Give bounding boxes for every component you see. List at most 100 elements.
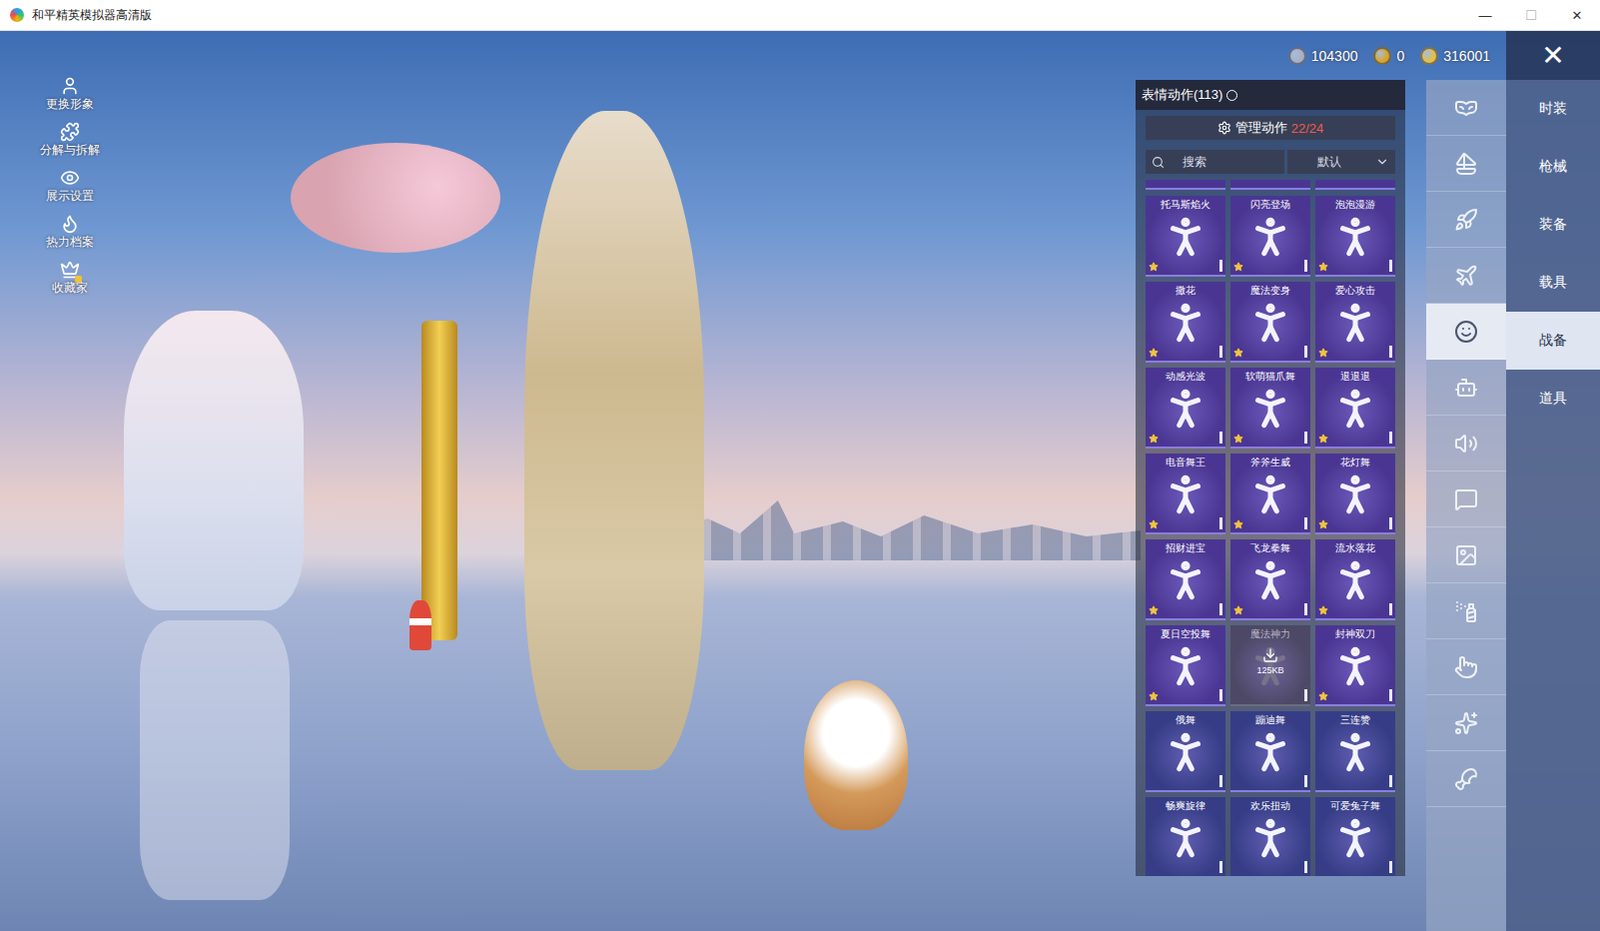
- category-button[interactable]: [1426, 695, 1507, 752]
- category-button[interactable]: [1426, 415, 1507, 472]
- dance-figure-icon: [1160, 812, 1211, 867]
- equip-mark: [1219, 431, 1223, 444]
- right-area: 1043000316001✕表情动作(113)管理动作22/24搜索默认托马斯焰…: [1135, 30, 1600, 931]
- dance-figure-icon: [1160, 469, 1211, 524]
- tab[interactable]: 载具: [1506, 253, 1600, 312]
- star-icon: [1233, 261, 1244, 272]
- emote-tile[interactable]: 招财进宝: [1145, 539, 1226, 621]
- tab[interactable]: 道具: [1506, 369, 1600, 428]
- close-button[interactable]: ✕: [1506, 30, 1600, 80]
- emote-tile[interactable]: 封神双刀: [1315, 625, 1396, 707]
- emote-tile[interactable]: 泡泡漫游: [1315, 195, 1396, 277]
- download-progress: 125KB: [1230, 647, 1311, 676]
- emote-tile[interactable]: 俄舞: [1145, 711, 1226, 793]
- category-button[interactable]: [1426, 247, 1507, 304]
- emote-list[interactable]: 托马斯焰火 闪亮登场 泡泡漫游撒花 魔法变身 爱心攻击动感光波软萌猫爪舞 退退退电音舞王斧…: [1135, 179, 1406, 876]
- help-icon[interactable]: [1226, 89, 1238, 101]
- emote-tile[interactable]: 飞龙拳舞: [1230, 539, 1311, 621]
- equip-mark: [1304, 775, 1308, 788]
- manage-count: 22/24: [1291, 120, 1325, 136]
- tool-button[interactable]: 更换形象: [45, 75, 94, 116]
- equip-mark: [1304, 517, 1308, 530]
- window-control[interactable]: ✕: [1554, 7, 1600, 23]
- emote-name: 封神双刀: [1335, 625, 1376, 640]
- equip-mark: [1219, 259, 1223, 272]
- dance-figure-icon: [1330, 297, 1381, 352]
- category-button[interactable]: [1426, 583, 1507, 640]
- category-icon: [1454, 487, 1479, 512]
- emote-tile[interactable]: 爱心攻击: [1315, 281, 1396, 363]
- dance-figure-icon: [1160, 297, 1211, 352]
- emote-name: 退退退: [1340, 367, 1371, 382]
- category-button[interactable]: [1426, 359, 1507, 416]
- tool-button[interactable]: 展示设置: [45, 167, 94, 208]
- emote-tile[interactable]: 畅爽旋律: [1145, 797, 1226, 876]
- category-icon: [1454, 767, 1479, 792]
- tool-button[interactable]: 收藏家: [51, 259, 88, 300]
- star-icon: [1148, 433, 1159, 444]
- star-icon: [1318, 433, 1329, 444]
- tool-label: 展示设置: [45, 187, 94, 205]
- category-icon: [1454, 543, 1479, 568]
- emote-tile-partial[interactable]: [1145, 179, 1226, 190]
- category-button[interactable]: [1426, 191, 1507, 248]
- emote-tile[interactable]: 撒花: [1145, 281, 1226, 363]
- window-control[interactable]: ☐: [1508, 7, 1555, 23]
- search-field[interactable]: 搜索: [1145, 149, 1285, 174]
- category-icon: [1454, 95, 1479, 120]
- emote-tile[interactable]: 蹦迪舞: [1230, 711, 1311, 793]
- dance-figure-icon: [1245, 211, 1296, 266]
- tab[interactable]: 装备: [1506, 195, 1600, 254]
- emote-tile-partial[interactable]: [1315, 179, 1396, 190]
- emote-tile[interactable]: 软萌猫爪舞: [1230, 367, 1311, 449]
- tool-button[interactable]: 分解与拆解: [39, 121, 100, 162]
- tab[interactable]: 枪械: [1506, 137, 1600, 196]
- star-icon: [1233, 433, 1244, 444]
- emote-name: 魔法变身: [1250, 281, 1291, 296]
- download-size: 125KB: [1256, 665, 1284, 676]
- emote-tile[interactable]: 欢乐扭动: [1230, 797, 1311, 876]
- equip-mark: [1389, 603, 1393, 616]
- emote-tile[interactable]: 夏日空投舞: [1145, 625, 1226, 707]
- category-button[interactable]: [1426, 471, 1507, 528]
- gear-icon: [1217, 120, 1232, 135]
- emote-tile[interactable]: 闪亮登场: [1230, 195, 1311, 277]
- dance-figure-icon: [1245, 469, 1296, 524]
- emote-tile[interactable]: 三连赞: [1315, 711, 1396, 793]
- category-button[interactable]: [1426, 79, 1507, 136]
- emote-name: 招财进宝: [1165, 539, 1206, 554]
- category-button[interactable]: [1426, 751, 1507, 807]
- tool-label: 分解与拆解: [39, 141, 100, 159]
- dance-figure-icon: [1245, 555, 1296, 610]
- equip-mark: [1219, 689, 1223, 702]
- emote-tile-partial[interactable]: [1230, 179, 1311, 190]
- tab[interactable]: 战备: [1506, 311, 1600, 370]
- emote-tile[interactable]: 动感光波: [1145, 367, 1226, 449]
- emote-name: 撒花: [1175, 281, 1196, 296]
- emote-tile[interactable]: 退退退: [1315, 367, 1396, 449]
- search-row: 搜索默认: [1145, 149, 1396, 174]
- window-control[interactable]: —: [1462, 7, 1509, 23]
- tool-label: 更换形象: [45, 95, 94, 113]
- emote-tile[interactable]: 可爱兔子舞: [1315, 797, 1396, 876]
- star-icon: [1318, 691, 1329, 702]
- coin-icon: [1373, 46, 1392, 65]
- equip-mark: [1389, 431, 1393, 444]
- emote-tile[interactable]: 托马斯焰火: [1145, 195, 1226, 277]
- sort-dropdown[interactable]: 默认: [1287, 149, 1396, 174]
- category-button[interactable]: [1426, 527, 1507, 584]
- emote-tile[interactable]: 流水落花: [1315, 539, 1396, 621]
- emote-tile[interactable]: 花灯舞: [1315, 453, 1396, 535]
- emote-tile[interactable]: 魔法神力125KB: [1230, 625, 1311, 707]
- emote-tile[interactable]: 电音舞王: [1145, 453, 1226, 535]
- emote-tile[interactable]: 斧斧生威: [1230, 453, 1311, 535]
- emote-name: 闪亮登场: [1250, 195, 1291, 210]
- category-button[interactable]: [1426, 135, 1507, 192]
- tool-button[interactable]: 热力档案: [45, 213, 94, 254]
- category-button[interactable]: [1426, 303, 1507, 360]
- emote-name: 流水落花: [1335, 539, 1376, 554]
- category-button[interactable]: [1426, 639, 1507, 696]
- emote-tile[interactable]: 魔法变身: [1230, 281, 1311, 363]
- manage-button[interactable]: 管理动作22/24: [1145, 115, 1396, 140]
- tab[interactable]: 时装: [1506, 79, 1600, 138]
